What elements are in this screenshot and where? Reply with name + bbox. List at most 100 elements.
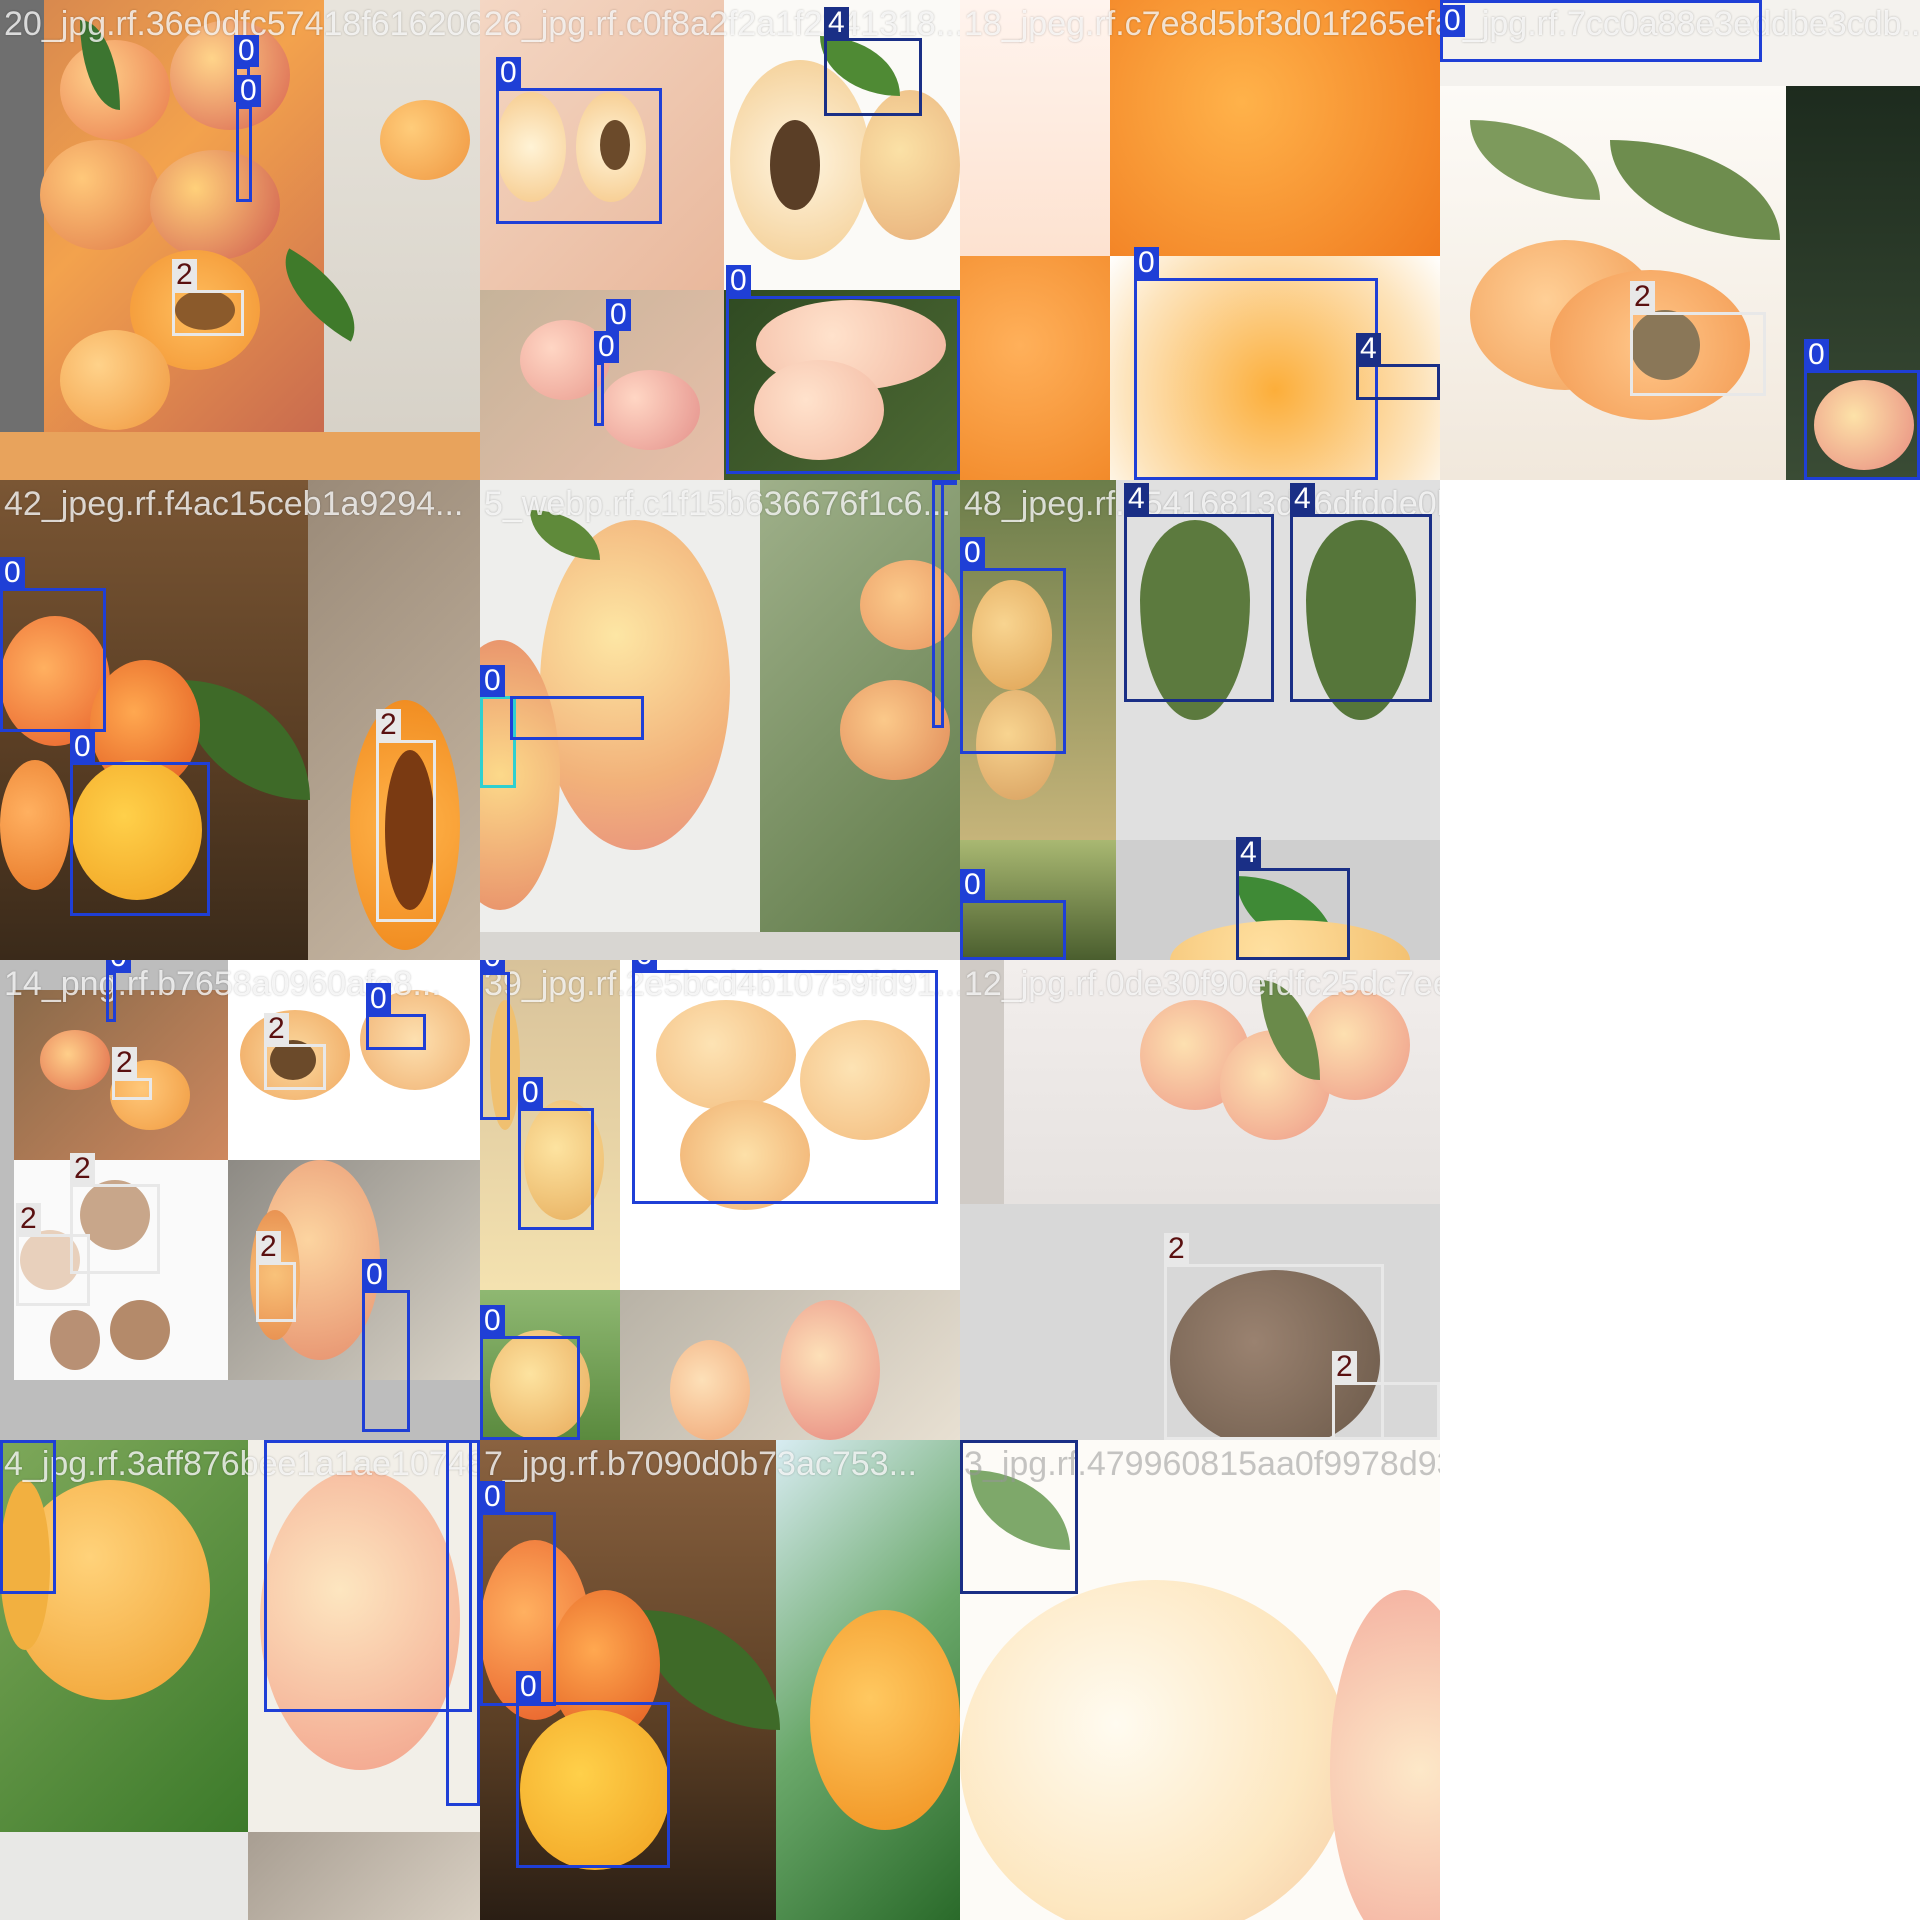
apricot bbox=[40, 1030, 110, 1090]
mosaic-tile-11: 12_jpg.rf.0de30f90efdfc25dc7eea34c8 2 2 bbox=[960, 960, 1440, 1440]
bbox-label: 2 bbox=[172, 259, 197, 291]
bbox-label: 2 bbox=[256, 1231, 281, 1263]
bbox-label: 0 bbox=[362, 1259, 387, 1291]
bbox-label: 2 bbox=[70, 1153, 95, 1185]
bbox-pit: 2 bbox=[1332, 1351, 1440, 1440]
apricot bbox=[40, 140, 160, 250]
bbox-apricot: 0 bbox=[0, 1440, 56, 1594]
bbox-leaf: 4 bbox=[824, 7, 922, 116]
bbox-label: 2 bbox=[376, 709, 401, 741]
bbox-apricot: 0 bbox=[106, 960, 131, 1022]
apricot-pit bbox=[770, 120, 820, 210]
bbox-label: 4 bbox=[1356, 333, 1381, 365]
bbox-apricot: 0 bbox=[632, 960, 938, 1204]
bbox-label: 4 bbox=[1124, 483, 1149, 515]
apricot bbox=[150, 150, 280, 260]
bbox-label: 0 bbox=[480, 1305, 505, 1337]
mosaic-tile-8 bbox=[1440, 480, 1920, 960]
bbox-apricot: 0 bbox=[236, 75, 261, 202]
bbox-label: 0 bbox=[236, 75, 261, 107]
bbox-label: 0 bbox=[960, 537, 985, 569]
tile-image-fragment bbox=[248, 1832, 480, 1920]
bbox-apricot: 0 bbox=[70, 731, 210, 916]
bbox-label: 0 bbox=[234, 35, 259, 67]
mosaic-tile-4: 9_jpg.rf.7cc0a88e3eddbe3cdb... 0 2 0 bbox=[1440, 0, 1920, 480]
bbox-label: 0 bbox=[726, 265, 751, 297]
apricot bbox=[540, 520, 730, 850]
apricot bbox=[810, 1610, 960, 1830]
tile-title: 5_webp.rf.c1f15b636676f1c6... bbox=[484, 485, 951, 523]
bbox-label: 0 bbox=[480, 1481, 505, 1513]
mosaic-tile-1: 20_jpg.rf.36e0dfc57418f616206398... 0 0 … bbox=[0, 0, 480, 480]
bbox-label: 2 bbox=[1332, 1351, 1357, 1383]
tile-title: 12_jpg.rf.0de30f90efdfc25dc7eea34c8 bbox=[964, 965, 1440, 1003]
bbox-pit: 2 bbox=[376, 709, 436, 922]
bbox-apricot: 0 bbox=[960, 537, 1066, 754]
bbox-leaf: 4 bbox=[960, 1440, 1078, 1594]
bbox-label: 0 bbox=[1440, 5, 1465, 37]
tile-title: 7_jpg.rf.b7090d0b73ac753... bbox=[484, 1445, 917, 1483]
tile-image-fragment bbox=[0, 1832, 248, 1920]
bbox-leaf: 4 bbox=[1290, 483, 1432, 702]
bbox-apricot: 0 bbox=[362, 1259, 410, 1432]
bbox-leaf: 4 bbox=[1124, 483, 1274, 702]
bbox-label: 0 bbox=[1134, 247, 1159, 279]
mosaic-tile-2: 26_jpg.rf.c0f8a2f2a1f2241318... 4 0 0 0 … bbox=[480, 0, 960, 480]
bbox-apricot: 0 bbox=[264, 1440, 472, 1712]
bbox-label: 0 bbox=[516, 1671, 541, 1703]
bbox-pit: 2 bbox=[264, 1013, 326, 1090]
mosaic-tile-16 bbox=[1440, 1440, 1920, 1920]
bbox-label: 0 bbox=[480, 665, 505, 697]
bbox-label: 0 bbox=[632, 960, 657, 971]
bbox-pit: 2 bbox=[16, 1203, 90, 1306]
apricot bbox=[670, 1340, 750, 1440]
mosaic-tile-14: 7_jpg.rf.b7090d0b73ac753... 0 0 bbox=[480, 1440, 960, 1920]
bbox-label: 4 bbox=[1290, 483, 1315, 515]
bbox-apricot: 0 bbox=[960, 869, 1066, 960]
bbox-apricot: 0 bbox=[594, 331, 619, 426]
bbox-label: 0 bbox=[366, 983, 391, 1015]
mosaic-tile-6: 5_webp.rf.c1f15b636676f1c6... 0 0 bbox=[480, 480, 960, 960]
mosaic-tile-9: 14_png.rf.b7658a0960afe8... 0 2 0 2 2 2 … bbox=[0, 960, 480, 1440]
bbox-label: 0 bbox=[70, 731, 95, 763]
bbox-label: 4 bbox=[1236, 837, 1261, 869]
tile-title: 18_jpeg.rf.c7e8d5bf3d01f265efa... bbox=[964, 5, 1440, 43]
bbox-apricot bbox=[510, 696, 644, 740]
bbox-label: 0 bbox=[1804, 339, 1829, 371]
bbox-leaf: 4 bbox=[1356, 333, 1440, 400]
bbox-apricot: 0 bbox=[932, 480, 957, 728]
bbox-label: 0 bbox=[594, 331, 619, 363]
apricot bbox=[780, 1300, 880, 1440]
bbox-apricot: 0 bbox=[1134, 247, 1378, 480]
bbox-apricot: 0 bbox=[1804, 339, 1920, 480]
bbox-apricot: 0 bbox=[726, 265, 960, 474]
bbox-apricot: 0 bbox=[480, 960, 510, 1120]
bbox-label: 0 bbox=[606, 299, 631, 331]
mosaic-tile-13: 4_jpg.rf.3aff876bee1a1ae1074884... 0 0 4… bbox=[0, 1440, 480, 1920]
bbox-label: 0 bbox=[0, 557, 25, 589]
bbox-apricot: 0 bbox=[516, 1671, 670, 1868]
apricot bbox=[1300, 990, 1410, 1100]
bbox-label: 2 bbox=[1630, 281, 1655, 313]
bbox-label: 0 bbox=[960, 869, 985, 901]
mosaic-tile-5: 42_jpeg.rf.f4ac15ceb1a9294... 0 0 2 bbox=[0, 480, 480, 960]
mosaic-tile-3: 18_jpeg.rf.c7e8d5bf3d01f265efa... 0 4 bbox=[960, 0, 1440, 480]
bbox-label: 0 bbox=[496, 57, 521, 89]
mosaic-tile-12 bbox=[1440, 960, 1920, 1440]
apricot bbox=[960, 1580, 1350, 1920]
bbox-label: 0 bbox=[106, 960, 131, 973]
bbox-label: 0 bbox=[518, 1077, 543, 1109]
apricot-kernel bbox=[110, 1300, 170, 1360]
tile-title: 42_jpeg.rf.f4ac15ceb1a9294... bbox=[4, 485, 464, 523]
bbox-leaf: 4 bbox=[1236, 837, 1350, 960]
bbox-label: 2 bbox=[1164, 1233, 1189, 1265]
bbox-label: 2 bbox=[16, 1203, 41, 1235]
apricot bbox=[860, 560, 960, 650]
bbox-label: 4 bbox=[824, 7, 849, 39]
bbox-apricot: 0 bbox=[518, 1077, 594, 1230]
apricot-kernel bbox=[50, 1310, 100, 1370]
bbox-apricot: 0 bbox=[0, 557, 106, 732]
bbox-apricot: 0 bbox=[1440, 0, 1762, 62]
apricot bbox=[600, 370, 700, 450]
tile-image-fragment bbox=[480, 932, 960, 960]
